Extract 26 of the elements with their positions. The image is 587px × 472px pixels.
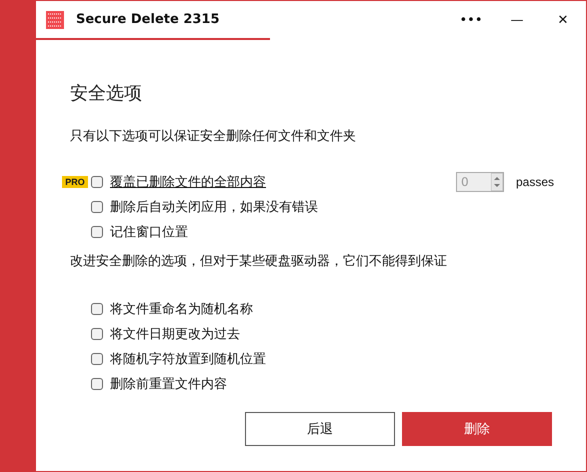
checkbox[interactable] <box>91 352 103 364</box>
section-description: 改进安全删除的选项，但对于某些硬盘驱动器，它们不能得到保证 <box>70 253 448 270</box>
checkbox[interactable] <box>91 226 103 238</box>
option-label: 记住窗口位置 <box>110 224 188 240</box>
option-label: 覆盖已删除文件的全部内容 <box>110 174 266 190</box>
passes-label: passes <box>516 174 554 188</box>
checkbox[interactable] <box>91 302 103 314</box>
section-heading: 安全选项 <box>70 82 143 105</box>
checkbox[interactable] <box>91 328 103 340</box>
more-button[interactable]: ••• <box>448 2 494 40</box>
close-button[interactable]: ✕ <box>540 2 586 40</box>
section-description: 只有以下选项可以保证安全删除任何文件和文件夹 <box>70 128 357 145</box>
option-label: 将文件日期更改为过去 <box>110 326 240 342</box>
option-label: 将随机字符放置到随机位置 <box>110 350 266 368</box>
back-button[interactable]: 后退 <box>245 412 395 446</box>
option-label: 将文件重命名为随机名称 <box>110 300 253 318</box>
delete-button[interactable]: 删除 <box>402 412 552 446</box>
pro-badge: PRO <box>62 176 88 188</box>
checkbox[interactable] <box>91 378 103 390</box>
app-logo-icon <box>46 10 64 28</box>
minimize-button[interactable]: — <box>494 2 540 40</box>
option-label: 删除前重置文件内容 <box>110 376 227 392</box>
window-title: Secure Delete 2315 <box>76 12 220 27</box>
checkbox[interactable] <box>91 176 103 188</box>
checkbox[interactable] <box>91 200 103 212</box>
option-label: 删除后自动关闭应用，如果没有错误 <box>110 198 318 216</box>
